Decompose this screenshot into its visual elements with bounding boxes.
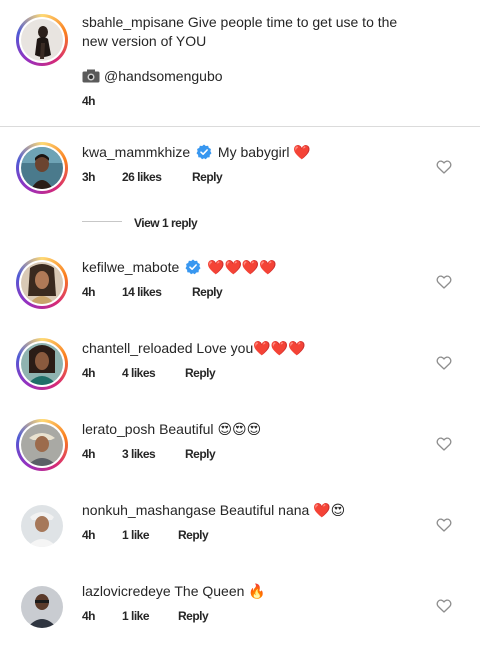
verified-badge-icon [185, 259, 201, 275]
caption-time: 4h [82, 94, 96, 108]
comment-username[interactable]: lerato_posh [82, 421, 155, 437]
profile-photo [21, 147, 63, 189]
comment-emojis: ❤️❤️❤️ [253, 340, 306, 356]
comment-likes[interactable]: 1 like [122, 609, 150, 623]
comment-likes[interactable]: 14 likes [122, 285, 162, 299]
like-heart-icon[interactable] [436, 355, 452, 371]
like-heart-icon[interactable] [436, 274, 452, 290]
comment-avatar[interactable] [16, 500, 68, 552]
comment-username[interactable]: chantell_reloaded [82, 340, 193, 356]
caption-text: Give people time to get use to the [187, 14, 398, 30]
comment-emojis: ❤️😍 [313, 502, 346, 518]
comment-emojis: 😍😍😍 [217, 421, 262, 437]
comment-time: 3h [82, 170, 96, 184]
view-replies-button[interactable]: View 1 reply [134, 216, 198, 230]
comment-likes[interactable]: 4 likes [122, 366, 156, 380]
profile-photo [21, 505, 63, 547]
reply-button[interactable]: Reply [192, 170, 223, 184]
comment-avatar[interactable] [16, 338, 68, 390]
comment-likes[interactable]: 26 likes [122, 170, 162, 184]
profile-photo [21, 424, 63, 466]
comment-likes[interactable]: 3 likes [122, 447, 156, 461]
comment-emojis: 🔥 [248, 583, 266, 599]
comment-username[interactable]: nonkuh_mashangase [82, 502, 216, 518]
comment-text: My babygirl [217, 144, 290, 160]
reply-button[interactable]: Reply [185, 447, 216, 461]
profile-photo [21, 343, 63, 385]
comment-avatar[interactable] [16, 142, 68, 194]
like-heart-icon[interactable] [436, 517, 452, 533]
comment-avatar[interactable] [16, 419, 68, 471]
comment-emojis: ❤️❤️❤️❤️ [207, 259, 277, 275]
comment-likes[interactable]: 1 like [122, 528, 150, 542]
caption-avatar[interactable] [16, 14, 68, 66]
comment-time: 4h [82, 447, 96, 461]
profile-photo [21, 262, 63, 304]
post-caption: sbahle_mpisane Give people time to get u… [0, 0, 480, 127]
profile-photo [21, 19, 63, 61]
reply-button[interactable]: Reply [178, 528, 209, 542]
view-replies-divider [82, 221, 122, 222]
reply-button[interactable]: Reply [192, 285, 223, 299]
like-heart-icon[interactable] [436, 436, 452, 452]
comment-text: Beautiful [159, 421, 214, 437]
comment-username[interactable]: kefilwe_mabote [82, 259, 179, 275]
camera-icon [82, 69, 100, 83]
comment-text: The Queen [174, 583, 245, 599]
comment-emojis: ❤️ [293, 144, 311, 160]
caption-username[interactable]: sbahle_mpisane [82, 14, 184, 30]
comment-username[interactable]: lazlovicredeye [82, 583, 171, 599]
comment-time: 4h [82, 366, 96, 380]
photo-credit[interactable]: @handsomengubo [104, 68, 223, 84]
verified-badge-icon [196, 144, 212, 160]
reply-button[interactable]: Reply [178, 609, 209, 623]
caption-text-continued: new version of YOU [82, 33, 207, 49]
comment-text: Beautiful nana [219, 502, 310, 518]
comment-username[interactable]: kwa_mammkhize [82, 144, 190, 160]
comment-avatar[interactable] [16, 581, 68, 633]
profile-photo [21, 586, 63, 628]
like-heart-icon[interactable] [436, 598, 452, 614]
comment-time: 4h [82, 609, 96, 623]
comment-avatar[interactable] [16, 257, 68, 309]
comment-time: 4h [82, 528, 96, 542]
reply-button[interactable]: Reply [185, 366, 216, 380]
comment-text: Love you [196, 340, 254, 356]
like-heart-icon[interactable] [436, 159, 452, 175]
comment-time: 4h [82, 285, 96, 299]
